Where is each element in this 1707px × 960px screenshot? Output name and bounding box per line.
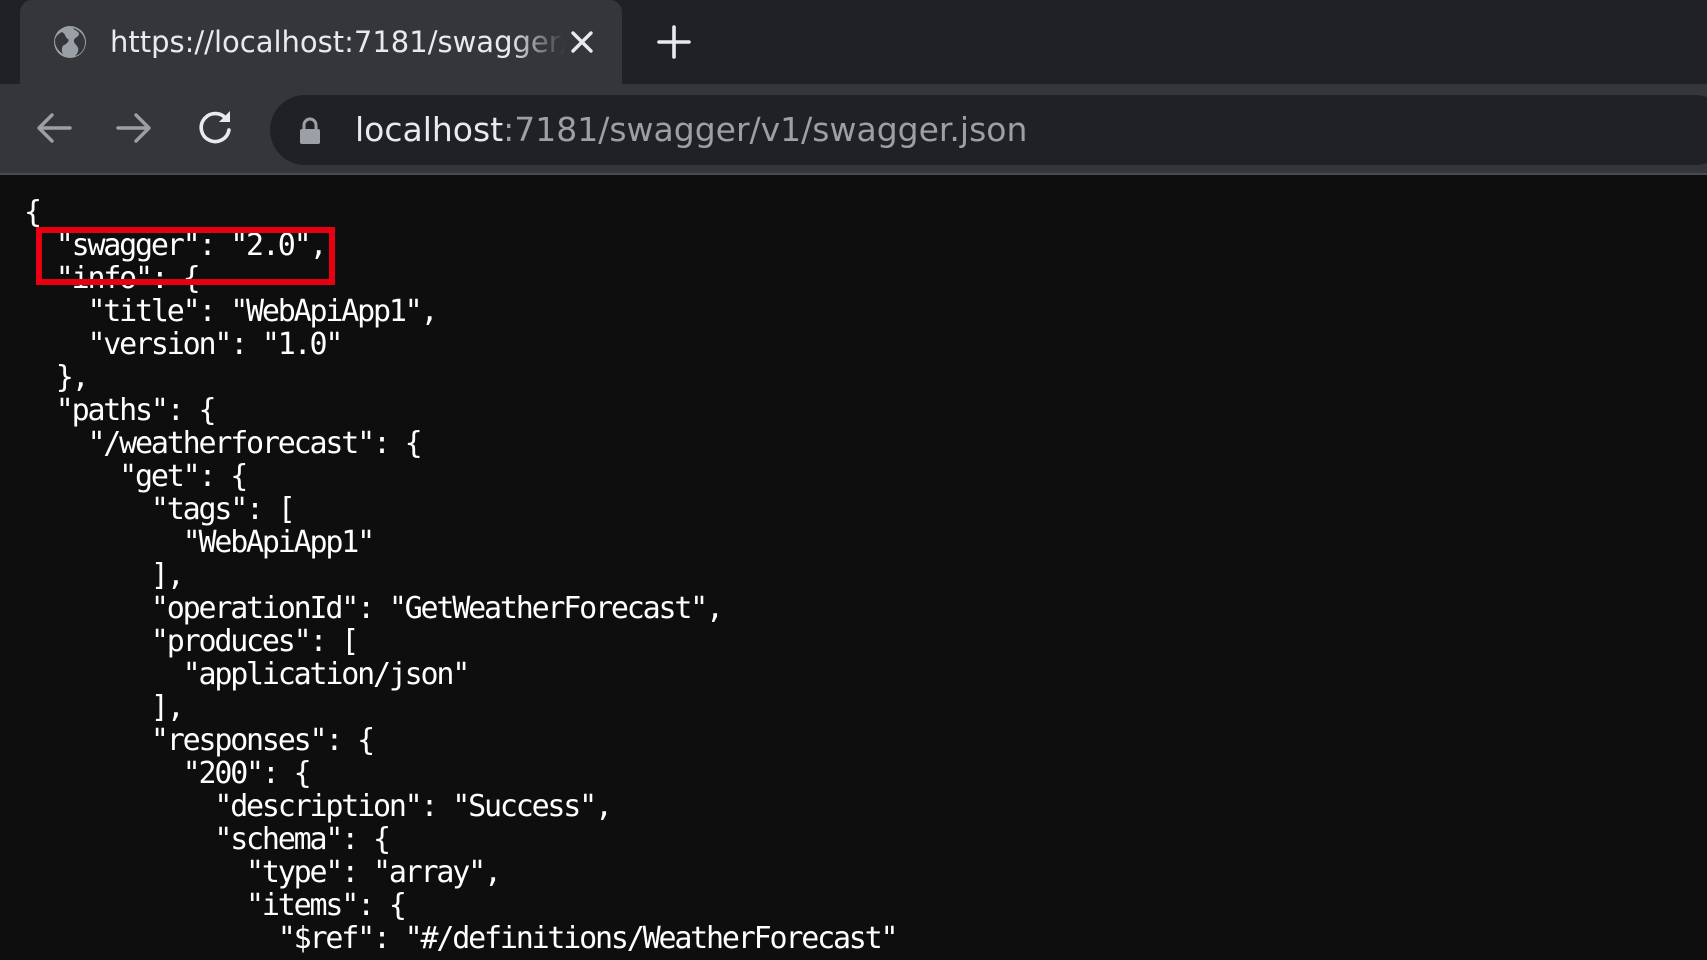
browser-tab[interactable]: https://localhost:7181/swagger/v1/swagge…	[20, 0, 622, 84]
globe-icon	[52, 24, 88, 60]
highlight-box	[36, 227, 335, 285]
arrow-right-icon[interactable]	[112, 106, 156, 150]
url-text[interactable]: localhost:7181/swagger/v1/swagger.json	[355, 95, 1027, 165]
arrow-left-icon[interactable]	[32, 106, 76, 150]
reload-icon[interactable]	[193, 106, 237, 150]
tab-strip: https://localhost:7181/swagger/v1/swagge…	[0, 0, 1707, 84]
page-content: { "swagger": "2.0", "info": { "title": "…	[0, 175, 1707, 960]
browser-toolbar: localhost:7181/swagger/v1/swagger.json	[0, 84, 1707, 175]
url-path: :7181/swagger/v1/swagger.json	[503, 110, 1028, 149]
close-icon[interactable]	[565, 25, 599, 59]
lock-icon[interactable]	[298, 117, 322, 145]
address-bar[interactable]: localhost:7181/swagger/v1/swagger.json	[270, 95, 1707, 165]
tab-title: https://localhost:7181/swagger/v1/swagge…	[110, 25, 565, 59]
plus-icon[interactable]	[655, 23, 693, 61]
json-document: { "swagger": "2.0", "info": { "title": "…	[24, 195, 899, 956]
url-host: localhost	[355, 110, 504, 149]
